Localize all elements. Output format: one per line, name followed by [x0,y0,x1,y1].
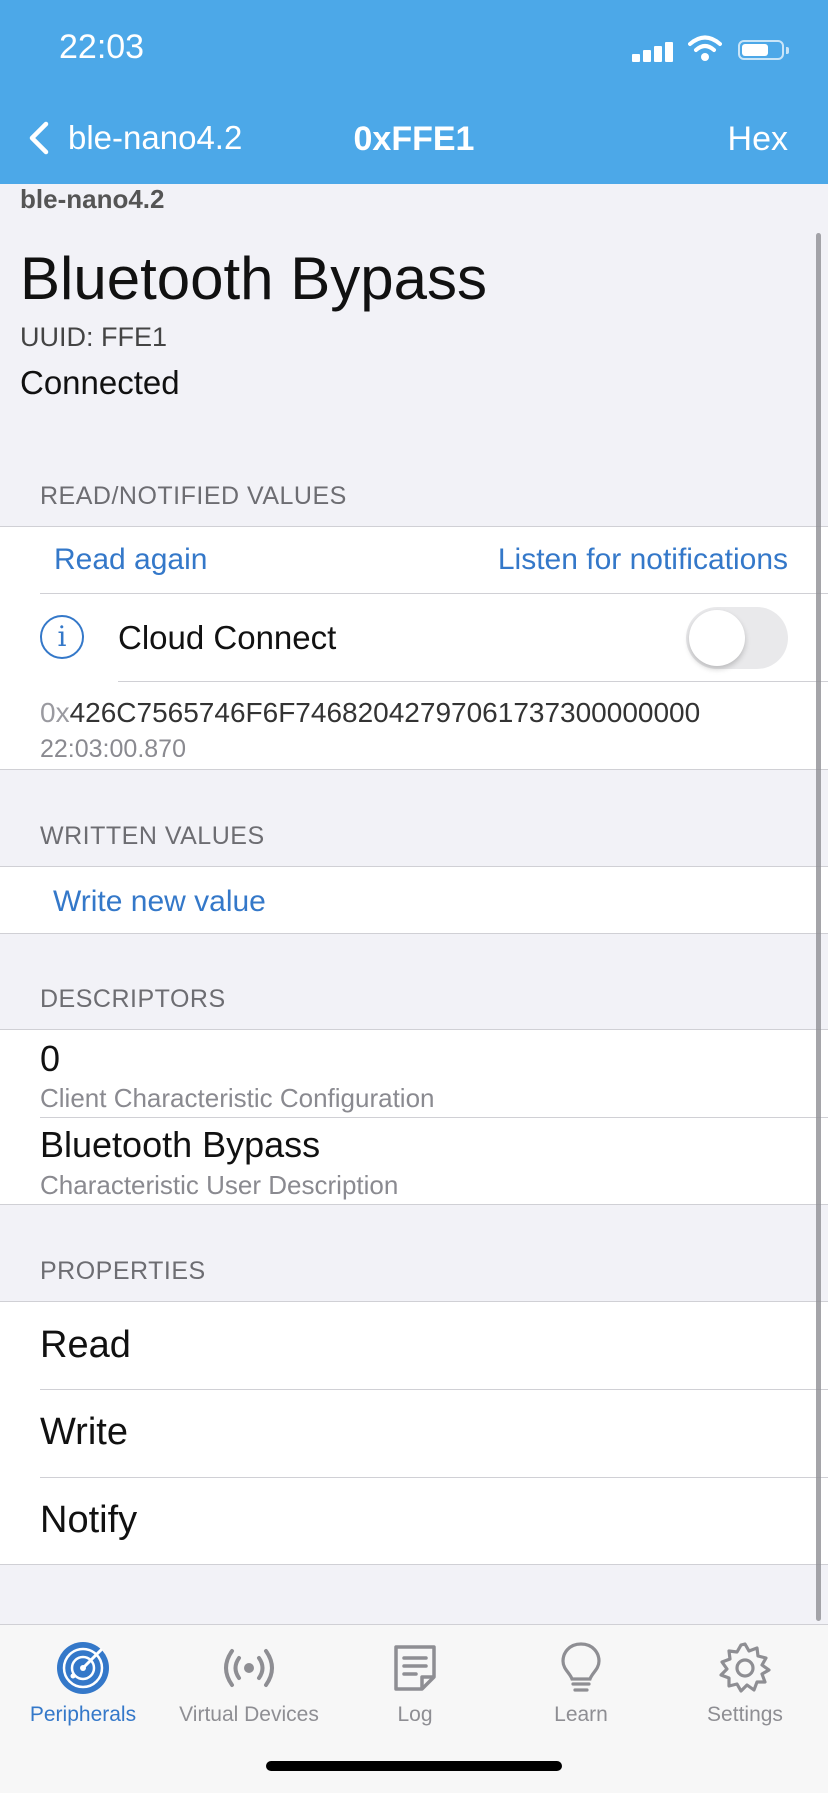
back-button-label: ble-nano4.2 [68,119,243,156]
descriptor-row[interactable]: Bluetooth Bypass Characteristic User Des… [0,1118,828,1204]
tab-label: Learn [554,1703,608,1726]
battery-icon [738,40,789,60]
tab-label: Peripherals [29,1703,137,1726]
info-icon[interactable]: i [40,615,84,659]
written-values-group: Write new value [0,866,828,934]
descriptor-value: Bluetooth Bypass [40,1124,321,1165]
lightbulb-icon [561,1642,601,1692]
read-timestamp: 22:03:00.870 [40,735,186,763]
descriptor-label: Characteristic User Description [40,1170,399,1200]
chevron-left-icon [29,121,49,155]
gear-icon [719,1642,771,1693]
characteristic-name: Bluetooth Bypass [20,245,487,312]
write-new-value-button[interactable]: Write new value [53,885,266,919]
characteristic-uuid: UUID: FFE1 [20,322,168,352]
read-again-button[interactable]: Read again [54,543,207,577]
section-header-descriptors: DESCRIPTORS [40,985,226,1013]
status-icons [594,34,794,64]
tab-bar: Peripherals Virtual Devices Log Learn Se… [0,1624,828,1793]
tab-settings[interactable]: Settings [662,1639,828,1727]
descriptor-label: Client Characteristic Configuration [40,1083,435,1113]
property-write: Write [40,1411,128,1453]
property-read: Read [40,1324,131,1366]
scrollbar[interactable] [816,233,821,1621]
hex-value: 426C7565746F6F74682042797061737300000000 [69,697,701,728]
descriptors-group: 0 Client Characteristic Configuration Bl… [0,1029,828,1205]
tab-label: Log [397,1703,433,1726]
properties-group: Read Write Notify [0,1301,828,1565]
section-header-written: WRITTEN VALUES [40,822,265,850]
connection-status: Connected [20,364,180,401]
log-icon [394,1645,436,1691]
section-header-properties: PROPERTIES [40,1257,206,1285]
tab-learn[interactable]: Learn [498,1639,664,1727]
home-indicator[interactable] [266,1761,562,1771]
back-button[interactable]: ble-nano4.2 [20,118,242,158]
descriptor-row[interactable]: 0 Client Characteristic Configuration [0,1030,828,1117]
descriptor-value: 0 [40,1038,61,1079]
listen-notifications-button[interactable]: Listen for notifications [498,543,788,577]
hex-button[interactable]: Hex [728,120,788,159]
status-time: 22:03 [59,28,145,66]
tab-peripherals[interactable]: Peripherals [0,1639,166,1727]
tab-label: Virtual Devices [179,1703,319,1726]
section-header-read: READ/NOTIFIED VALUES [40,482,347,510]
broadcast-icon [224,1649,274,1687]
hex-prefix: 0x [40,697,70,728]
cloud-connect-toggle[interactable] [686,607,788,669]
cellular-signal-icon [632,42,676,62]
property-notify: Notify [40,1499,138,1541]
cloud-connect-label: Cloud Connect [118,619,337,656]
tab-virtual-devices[interactable]: Virtual Devices [166,1639,332,1727]
tab-label: Settings [707,1703,783,1726]
read-values-group: Read again Listen for notifications i Cl… [0,526,828,770]
wifi-icon [688,35,722,61]
radar-icon [57,1642,109,1694]
page-title: 0xFFE1 [353,120,475,158]
tab-log[interactable]: Log [332,1639,498,1727]
navigation-header: 22:03 ble-nano4.2 0xFFE1 Hex [0,0,828,184]
read-value: 0x426C7565746F6F746820427970617373000000… [40,697,700,729]
device-name: ble-nano4.2 [20,184,165,214]
